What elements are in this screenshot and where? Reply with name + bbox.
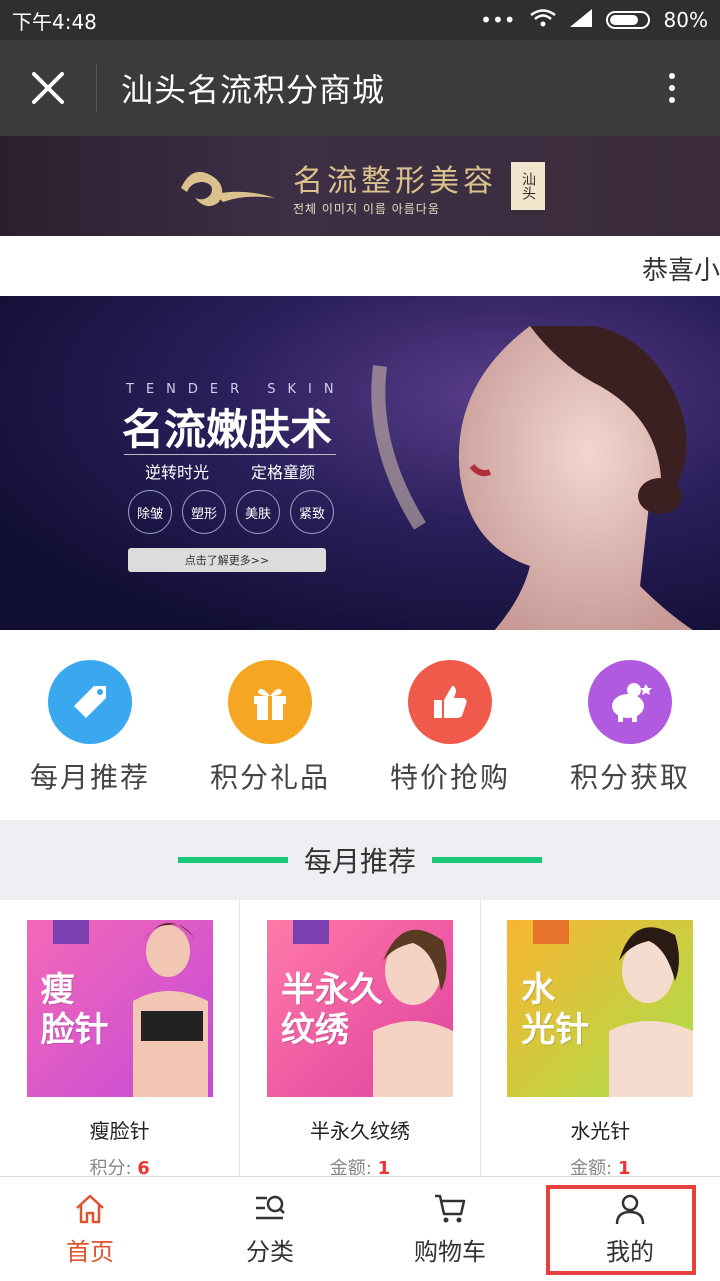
battery-percent: 80%: [663, 8, 708, 32]
marquee-text: 恭喜小: [641, 256, 720, 286]
cart-icon: [435, 1194, 466, 1222]
gift-icon: [228, 660, 312, 744]
product-image-text: 瘦脸针: [40, 970, 109, 1050]
product-image-text: 水光针: [521, 970, 590, 1050]
product-card[interactable]: 半永久 纹绣 半永久纹绣 金额: 1: [240, 900, 481, 1180]
hero-sub-left: 逆转时光: [144, 463, 209, 482]
tab-mine[interactable]: 我的: [540, 1177, 720, 1281]
tag-icon: [48, 660, 132, 744]
section-line-left: [177, 857, 288, 863]
brand-emblem-icon: [181, 171, 275, 207]
product-image: 水光针: [507, 920, 694, 1097]
piggy-bank-icon: [588, 660, 672, 744]
brand-stamp: 汕头: [511, 162, 545, 210]
brand-subtitle: 전체 이미지 이름 아름다움: [293, 201, 440, 216]
battery-icon: [605, 11, 650, 29]
category-label: 积分礼品: [209, 761, 330, 794]
category-search-icon: [256, 1195, 285, 1219]
hero-tags: 除皱 塑形 美肤 紧致: [128, 490, 334, 534]
brand-logo: 名流整形美容 전체 이미지 이름 아름다움 汕头: [175, 156, 545, 217]
section-title: 每月推荐: [303, 845, 416, 878]
product-image: 半永久 纹绣: [266, 920, 453, 1097]
category-monthly[interactable]: 每月推荐: [5, 660, 175, 820]
signal-icon: [569, 8, 592, 32]
product-card[interactable]: 瘦脸针 瘦脸针 积分: 6: [0, 900, 241, 1180]
product-name: 半永久纹绣: [309, 1119, 410, 1143]
product-image: 瘦脸针: [26, 920, 213, 1097]
hero-headline: 名流嫩肤术: [122, 405, 333, 454]
category-specials[interactable]: 特价抢购: [365, 660, 535, 820]
hero-tag: 塑形: [182, 490, 226, 534]
category-label: 每月推荐: [29, 761, 150, 794]
notice-marquee: 恭喜小: [0, 236, 720, 296]
more-menu-icon[interactable]: [624, 40, 720, 136]
category-earn-points[interactable]: 积分获取: [545, 660, 715, 820]
status-bar: 下午4:48 ••• 80%: [0, 0, 720, 40]
close-icon[interactable]: [0, 40, 96, 136]
tab-cart[interactable]: 购物车: [360, 1177, 540, 1281]
category-gifts[interactable]: 积分礼品: [185, 660, 355, 820]
brand-banner: 名流整形美容 전체 이미지 이름 아름다움 汕头: [0, 136, 720, 236]
section-header: 每月推荐: [0, 820, 720, 900]
title-bar: 汕头名流积分商城: [0, 40, 720, 136]
product-list: 瘦脸针 瘦脸针 积分: 6 半永久 纹绣 半永久纹绣 金额: 1 水光针 水光针 …: [0, 900, 720, 1180]
hero-banner[interactable]: TENDER SKIN 名流嫩肤术 逆转时光 定格童颜 除皱 塑形 美肤 紧致 …: [0, 296, 720, 630]
product-logo-badge: [292, 920, 329, 944]
home-icon: [76, 1194, 104, 1223]
category-label: 积分获取: [569, 761, 690, 794]
product-card[interactable]: 水光针 水光针 金额: 1: [481, 900, 720, 1180]
tab-category[interactable]: 分类: [180, 1177, 360, 1281]
thumbs-up-icon: [408, 660, 492, 744]
hero-model-image: [371, 326, 693, 630]
product-name: 水光针: [570, 1119, 631, 1143]
category-nav: 每月推荐 积分礼品 特价抢购 积分获取: [0, 630, 720, 820]
status-time: 下午4:48: [12, 9, 97, 34]
hero-tagline: TENDER SKIN: [126, 382, 346, 397]
tab-label: 购物车: [414, 1237, 486, 1266]
more-dots-icon: •••: [480, 8, 516, 32]
hero-tag: 紧致: [290, 490, 334, 534]
user-icon: [615, 1194, 645, 1224]
brand-name: 名流整形美容: [293, 163, 497, 199]
hero-subline: 逆转时光 定格童颜: [124, 454, 336, 483]
section-line-right: [432, 857, 542, 863]
tab-label: 分类: [246, 1237, 294, 1266]
bottom-tab-bar: 首页 分类 购物车 我的: [0, 1176, 720, 1281]
product-logo-badge: [52, 920, 89, 944]
tab-label: 我的: [606, 1237, 654, 1266]
hero-tag: 除皱: [128, 490, 172, 534]
page-title: 汕头名流积分商城: [121, 71, 386, 109]
tab-label: 首页: [66, 1237, 114, 1266]
category-label: 特价抢购: [389, 761, 510, 794]
product-logo-badge: [533, 920, 570, 944]
tab-home[interactable]: 首页: [0, 1177, 180, 1281]
wifi-icon: [529, 8, 556, 33]
hero-tag: 美肤: [236, 490, 280, 534]
hero-sub-right: 定格童颜: [250, 463, 315, 482]
hero-learn-more-button[interactable]: 点击了解更多>>: [128, 548, 326, 572]
product-name: 瘦脸针: [89, 1119, 150, 1143]
